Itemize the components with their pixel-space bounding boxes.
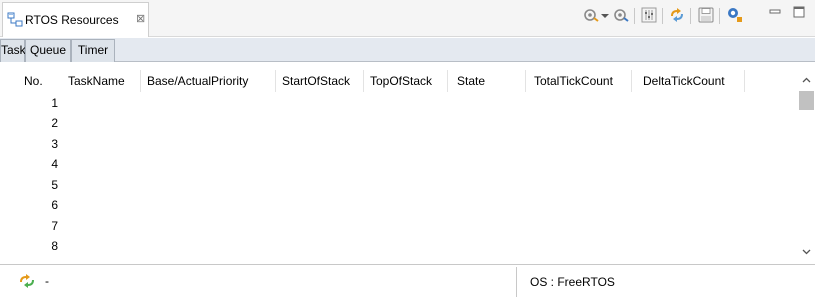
- maximize-icon[interactable]: [793, 6, 805, 18]
- toolbar-separator: [719, 8, 720, 24]
- close-icon[interactable]: ⊠: [136, 12, 145, 25]
- tab-task[interactable]: Task: [0, 39, 26, 62]
- status-bar: - OS : FreeRTOS: [0, 264, 815, 298]
- table-row[interactable]: 3: [16, 137, 58, 151]
- column-header-no[interactable]: No.: [24, 74, 43, 88]
- column-header-priority[interactable]: Base/ActualPriority: [147, 74, 248, 88]
- toolbar-separator: [634, 8, 635, 24]
- resource-tab-bar: Task Queue Timer: [0, 38, 815, 62]
- save-icon[interactable]: [697, 6, 715, 24]
- refresh-icon[interactable]: [582, 6, 600, 24]
- row-number: 3: [51, 137, 58, 151]
- scroll-up-arrow-icon[interactable]: [802, 76, 811, 85]
- column-header-taskname[interactable]: TaskName: [68, 74, 125, 88]
- table-row[interactable]: 7: [16, 219, 58, 233]
- vertical-scrollbar[interactable]: [798, 77, 815, 264]
- row-number: 7: [51, 219, 58, 233]
- column-header-topofstack[interactable]: TopOfStack: [370, 74, 432, 88]
- row-number: 1: [51, 96, 58, 110]
- rtos-resources-view-tab[interactable]: RTOS Resources ⊠: [2, 2, 149, 37]
- dropdown-arrow-icon[interactable]: [600, 6, 610, 24]
- task-table: No. TaskName Base/ActualPriority StartOf…: [16, 66, 815, 264]
- row-number: 5: [51, 178, 58, 192]
- view-header: RTOS Resources ⊠: [0, 0, 815, 37]
- row-number: 4: [51, 157, 58, 171]
- column-header-totaltickcount[interactable]: TotalTickCount: [534, 74, 613, 88]
- table-row[interactable]: 2: [16, 116, 58, 130]
- row-number: 2: [51, 116, 58, 130]
- column-divider[interactable]: [447, 70, 448, 92]
- row-number: 6: [51, 198, 58, 212]
- minimize-icon[interactable]: [769, 6, 781, 18]
- auto-refresh-icon[interactable]: [612, 6, 630, 24]
- row-number: 8: [51, 239, 58, 253]
- tab-timer-label: Timer: [77, 43, 109, 57]
- scroll-thumb[interactable]: [799, 91, 814, 110]
- tab-queue-label: Queue: [29, 43, 67, 57]
- toolbar-separator: [690, 8, 691, 24]
- os-status: OS : FreeRTOS: [530, 275, 615, 289]
- column-header-deltatickcount[interactable]: DeltaTickCount: [643, 74, 725, 88]
- search-icon[interactable]: [726, 6, 744, 24]
- status-divider: [516, 267, 517, 297]
- column-divider[interactable]: [363, 70, 364, 92]
- column-divider[interactable]: [140, 70, 141, 92]
- column-divider[interactable]: [275, 70, 276, 92]
- column-divider[interactable]: [631, 70, 632, 92]
- column-divider[interactable]: [744, 70, 745, 92]
- table-row[interactable]: 6: [16, 198, 58, 212]
- column-divider[interactable]: [525, 70, 526, 92]
- column-header-state[interactable]: State: [457, 74, 485, 88]
- sync-status-icon[interactable]: [18, 273, 36, 289]
- view-title: RTOS Resources: [25, 13, 119, 27]
- tab-queue[interactable]: Queue: [25, 39, 71, 62]
- table-row[interactable]: 4: [16, 157, 58, 171]
- tab-timer[interactable]: Timer: [71, 39, 115, 62]
- status-text: -: [45, 274, 49, 288]
- tab-task-label: Task: [1, 43, 26, 57]
- table-settings-icon[interactable]: [640, 6, 658, 24]
- table-row[interactable]: 5: [16, 178, 58, 192]
- toolbar-separator: [662, 8, 663, 24]
- column-header-startofstack[interactable]: StartOfStack: [282, 74, 350, 88]
- table-row[interactable]: 8: [16, 239, 58, 253]
- scroll-down-arrow-icon[interactable]: [802, 247, 811, 256]
- sync-icon[interactable]: [668, 6, 686, 24]
- table-row[interactable]: 1: [16, 96, 58, 110]
- rtos-resources-view-icon: [7, 12, 23, 27]
